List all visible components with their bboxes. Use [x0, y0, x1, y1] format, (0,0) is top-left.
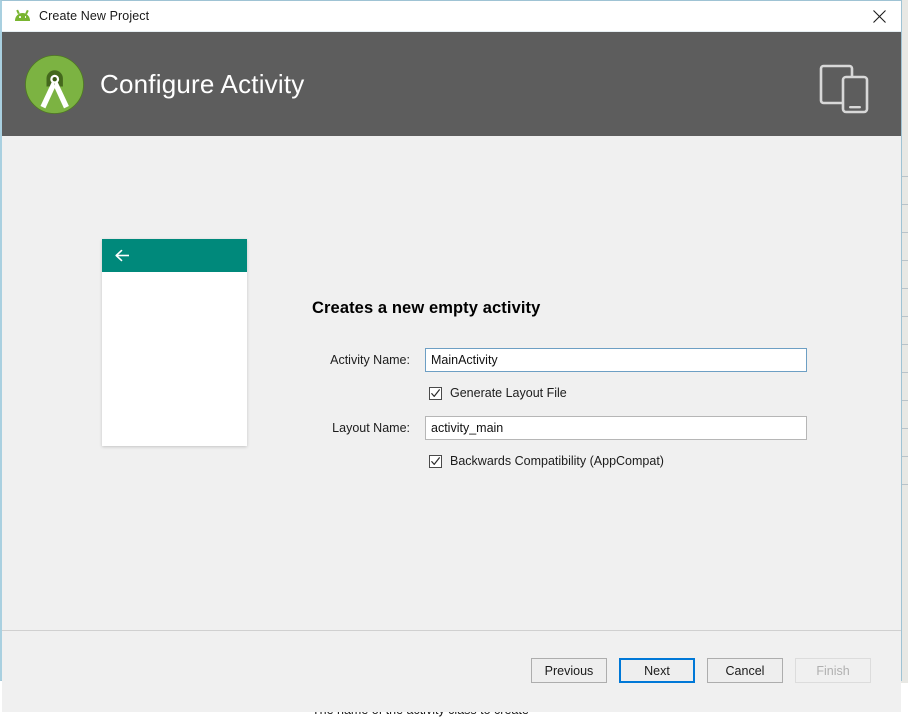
- form-heading: Creates a new empty activity: [312, 299, 541, 317]
- activity-name-input[interactable]: [425, 348, 807, 372]
- activity-name-row: Activity Name:: [312, 348, 807, 372]
- activity-preview-thumbnail: [102, 239, 247, 446]
- preview-content-area: [102, 272, 247, 446]
- close-icon[interactable]: [857, 1, 901, 31]
- dialog-title: Create New Project: [39, 9, 150, 23]
- android-studio-logo: [24, 54, 85, 115]
- back-arrow-icon: [114, 247, 131, 264]
- dialog-body: Creates a new empty activity Activity Na…: [2, 136, 901, 717]
- checkbox-checked-icon: [429, 386, 442, 400]
- tablet-and-phone-icon: [819, 63, 879, 115]
- generate-layout-file-checkbox[interactable]: Generate Layout File: [429, 386, 567, 400]
- dialog-title-bar: Create New Project: [2, 1, 901, 32]
- previous-button[interactable]: Previous: [531, 658, 607, 683]
- preview-app-bar: [102, 239, 247, 272]
- cancel-button[interactable]: Cancel: [707, 658, 783, 683]
- page-title: Configure Activity: [100, 68, 305, 99]
- dialog-footer: Previous Next Cancel Finish: [2, 630, 901, 712]
- create-new-project-dialog: Create New Project Configure Activity Cr…: [0, 0, 902, 717]
- layout-name-input[interactable]: [425, 416, 807, 440]
- android-robot-icon: [14, 9, 31, 23]
- next-button[interactable]: Next: [619, 658, 695, 683]
- dialog-header-banner: Configure Activity: [2, 32, 901, 136]
- backwards-compatibility-checkbox[interactable]: Backwards Compatibility (AppCompat): [429, 454, 664, 468]
- layout-name-row: Layout Name:: [312, 416, 807, 440]
- backwards-compatibility-label: Backwards Compatibility (AppCompat): [450, 454, 664, 468]
- finish-button: Finish: [795, 658, 871, 683]
- generate-layout-file-label: Generate Layout File: [450, 386, 567, 400]
- checkbox-checked-icon: [429, 454, 442, 468]
- layout-name-label: Layout Name:: [332, 421, 410, 435]
- footer-button-group: Previous Next Cancel Finish: [531, 658, 871, 683]
- activity-name-label: Activity Name:: [330, 353, 410, 367]
